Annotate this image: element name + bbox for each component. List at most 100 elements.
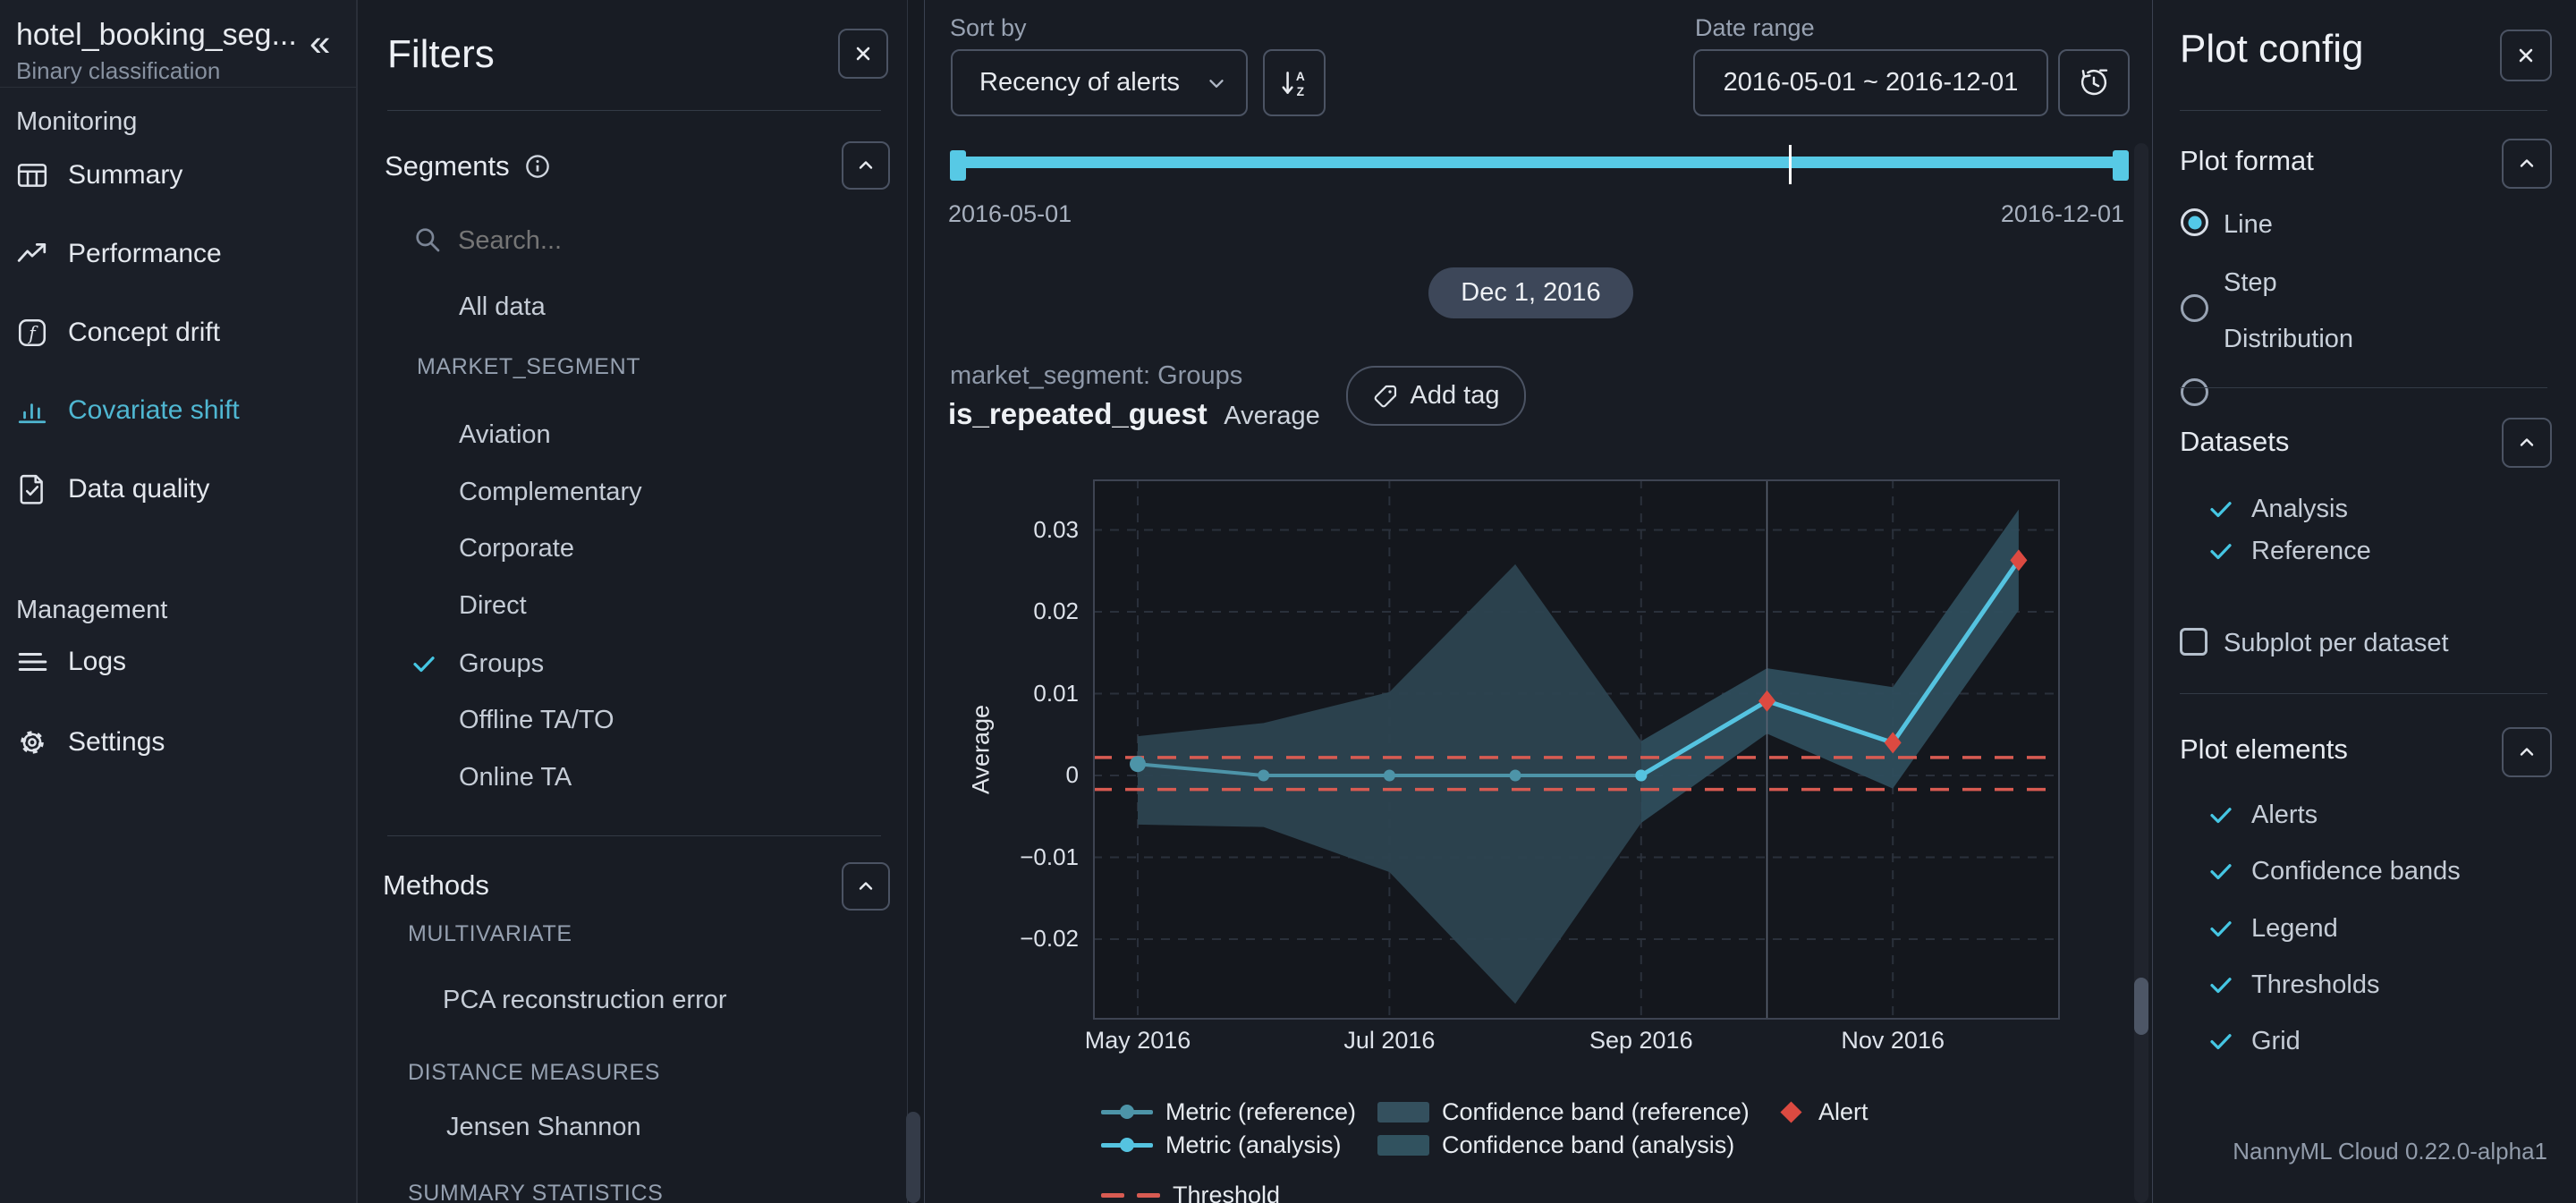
chevron-up-icon xyxy=(2516,741,2538,763)
threshold-dash-icon xyxy=(1101,1193,1160,1198)
segments-header: Segments xyxy=(385,150,551,182)
sidebar-item-data-quality[interactable]: Data quality xyxy=(16,473,209,505)
add-tag-button[interactable]: Add tag xyxy=(1346,366,1526,426)
sidebar: hotel_booking_seg... « Binary classifica… xyxy=(0,0,358,1203)
radio-step[interactable] xyxy=(2181,294,2208,322)
add-tag-label: Add tag xyxy=(1411,381,1500,411)
divider xyxy=(2180,693,2547,694)
check-icon xyxy=(2207,971,2234,1003)
plot-element-confidence-bands[interactable]: Confidence bands xyxy=(2251,857,2461,886)
radio-label[interactable]: Step xyxy=(2224,268,2277,298)
segment-option-selected[interactable]: Groups xyxy=(459,649,544,679)
y-tick-label: −0.02 xyxy=(930,925,1079,953)
metric-aggregate: Average xyxy=(1224,402,1320,430)
check-icon xyxy=(2207,1028,2234,1059)
sort-by-value: Recency of alerts xyxy=(979,68,1180,97)
sidebar-item-label: Summary xyxy=(68,160,182,191)
sidebar-item-covariate-shift[interactable]: Covariate shift xyxy=(16,394,240,427)
method-option[interactable]: Jensen Shannon xyxy=(446,1113,641,1142)
radio-line[interactable] xyxy=(2181,208,2208,236)
legend-label: Confidence band (analysis) xyxy=(1442,1131,1734,1159)
list-lines-icon xyxy=(16,646,48,678)
segment-option[interactable]: Corporate xyxy=(459,534,574,563)
legend-item-band-reference[interactable]: Confidence band (reference) xyxy=(1377,1097,1750,1126)
plot-element-thresholds[interactable]: Thresholds xyxy=(2251,970,2379,1000)
plot-format-collapse-button[interactable] xyxy=(2502,139,2552,189)
legend-item-metric-reference[interactable]: Metric (reference) xyxy=(1101,1097,1356,1126)
segment-option[interactable]: Direct xyxy=(459,591,527,621)
datasets-collapse-button[interactable] xyxy=(2502,418,2552,468)
date-range-input[interactable]: 2016-05-01 ~ 2016-12-01 xyxy=(1693,49,2048,116)
sidebar-item-summary[interactable]: Summary xyxy=(16,159,182,191)
main-scrollbar-thumb[interactable] xyxy=(2134,978,2148,1035)
metric-name: is_repeated_guest xyxy=(948,397,1208,430)
methods-heading: Methods xyxy=(383,869,489,902)
gear-icon xyxy=(16,726,48,758)
segment-option[interactable]: Online TA xyxy=(459,763,572,792)
chevron-down-icon xyxy=(1205,72,1228,95)
sidebar-item-label: Settings xyxy=(68,727,165,758)
segment-option[interactable]: Offline TA/TO xyxy=(459,706,614,735)
legend-label: Metric (reference) xyxy=(1165,1098,1356,1126)
segment-option[interactable]: Aviation xyxy=(459,420,551,450)
sidebar-item-performance[interactable]: Performance xyxy=(16,238,222,270)
date-reset-button[interactable] xyxy=(2058,49,2130,116)
history-clock-icon xyxy=(2077,66,2111,100)
sidebar-collapse-icon[interactable]: « xyxy=(309,21,330,64)
alert-diamond-icon xyxy=(1780,1101,1801,1123)
sort-by-label: Sort by xyxy=(950,14,1027,42)
main-scrollbar-track[interactable] xyxy=(2134,143,2148,1203)
chevron-up-icon xyxy=(855,155,877,176)
sort-az-icon: A Z xyxy=(1278,67,1310,99)
info-icon[interactable] xyxy=(524,153,551,180)
filters-scrollbar-thumb[interactable] xyxy=(906,1112,920,1203)
legend-item-threshold[interactable]: Threshold xyxy=(1101,1181,1280,1203)
method-option[interactable]: PCA reconstruction error xyxy=(443,986,727,1015)
segments-search-input[interactable] xyxy=(456,222,800,259)
method-group-label: SUMMARY STATISTICS xyxy=(408,1181,663,1203)
radio-label[interactable]: Distribution xyxy=(2224,325,2353,354)
tag-icon xyxy=(1373,384,1398,409)
plot-element-alerts[interactable]: Alerts xyxy=(2251,801,2318,830)
sidebar-item-logs[interactable]: Logs xyxy=(16,646,126,678)
drift-chart-plot[interactable] xyxy=(1093,479,2060,1020)
segment-option-all-data[interactable]: All data xyxy=(459,292,546,322)
subplot-checkbox[interactable] xyxy=(2180,628,2207,656)
legend-item-alert[interactable]: Alert xyxy=(1776,1097,1868,1126)
methods-collapse-button[interactable] xyxy=(842,862,890,911)
legend-item-metric-analysis[interactable]: Metric (analysis) xyxy=(1101,1131,1342,1159)
radio-label[interactable]: Line xyxy=(2224,210,2273,240)
plot-config-close-button[interactable] xyxy=(2500,30,2552,81)
plot-elements-collapse-button[interactable] xyxy=(2502,727,2552,777)
y-tick-label: −0.01 xyxy=(930,843,1079,871)
date-slider-track[interactable] xyxy=(950,157,2129,168)
dataset-option-reference[interactable]: Reference xyxy=(2251,537,2371,566)
method-group-label: MULTIVARIATE xyxy=(408,921,572,947)
plot-element-legend[interactable]: Legend xyxy=(2251,914,2338,944)
slider-handle-right[interactable] xyxy=(2113,150,2129,181)
plot-element-grid[interactable]: Grid xyxy=(2251,1027,2301,1056)
check-icon xyxy=(2207,858,2234,889)
slider-handle-left[interactable] xyxy=(950,150,966,181)
check-icon xyxy=(2207,915,2234,946)
sidebar-item-concept-drift[interactable]: f Concept drift xyxy=(16,317,220,349)
subplot-label[interactable]: Subplot per dataset xyxy=(2224,629,2449,658)
legend-item-band-analysis[interactable]: Confidence band (analysis) xyxy=(1377,1131,1734,1159)
divider xyxy=(2180,387,2547,388)
sidebar-item-label: Logs xyxy=(68,647,126,677)
plot-format-heading: Plot format xyxy=(2180,145,2314,177)
sort-by-select[interactable]: Recency of alerts xyxy=(951,49,1248,116)
divider xyxy=(2180,110,2547,111)
sidebar-item-label: Performance xyxy=(68,239,222,269)
legend-label: Confidence band (reference) xyxy=(1442,1098,1750,1126)
plot-elements-heading: Plot elements xyxy=(2180,733,2348,766)
section-label-monitoring: Monitoring xyxy=(16,107,137,137)
filters-close-button[interactable] xyxy=(838,29,888,79)
sort-direction-button[interactable]: A Z xyxy=(1263,49,1326,116)
card-pretitle: market_segment: Groups xyxy=(950,361,1242,391)
segment-option[interactable]: Complementary xyxy=(459,478,642,507)
dataset-option-analysis[interactable]: Analysis xyxy=(2251,495,2348,524)
segments-collapse-button[interactable] xyxy=(842,141,890,190)
sidebar-item-settings[interactable]: Settings xyxy=(16,726,165,758)
radio-distribution[interactable] xyxy=(2181,378,2208,406)
